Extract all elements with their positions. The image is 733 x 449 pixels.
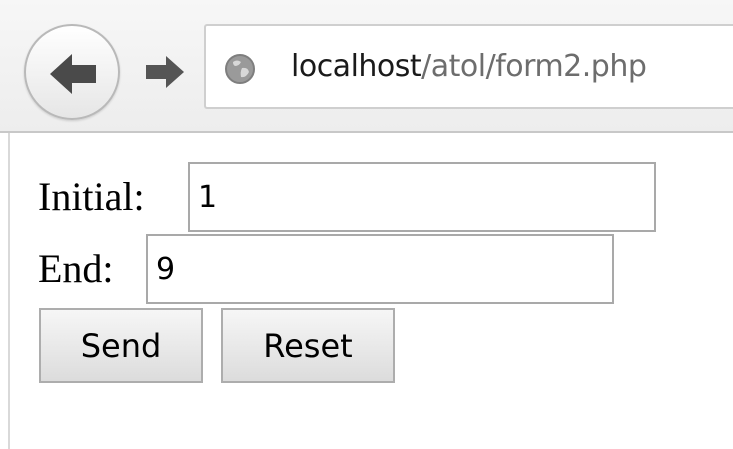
back-button[interactable] <box>24 24 120 120</box>
reset-button[interactable]: Reset <box>221 308 395 383</box>
initial-input[interactable] <box>188 162 656 232</box>
url-text: localhost/atol/form2.php <box>291 48 647 86</box>
back-arrow-icon <box>50 54 96 94</box>
forward-button[interactable] <box>138 48 186 96</box>
page-left-border <box>8 133 10 449</box>
browser-toolbar: localhost/atol/form2.php <box>0 0 733 133</box>
url-host: localhost <box>291 49 422 84</box>
forward-arrow-icon <box>146 56 184 88</box>
url-path: /atol/form2.php <box>421 49 647 84</box>
address-bar[interactable]: localhost/atol/form2.php <box>204 24 733 109</box>
end-label: End: <box>38 246 114 291</box>
end-input[interactable] <box>146 234 614 304</box>
initial-label: Initial: <box>38 174 145 219</box>
send-button[interactable]: Send <box>39 308 203 383</box>
globe-icon <box>225 54 255 84</box>
